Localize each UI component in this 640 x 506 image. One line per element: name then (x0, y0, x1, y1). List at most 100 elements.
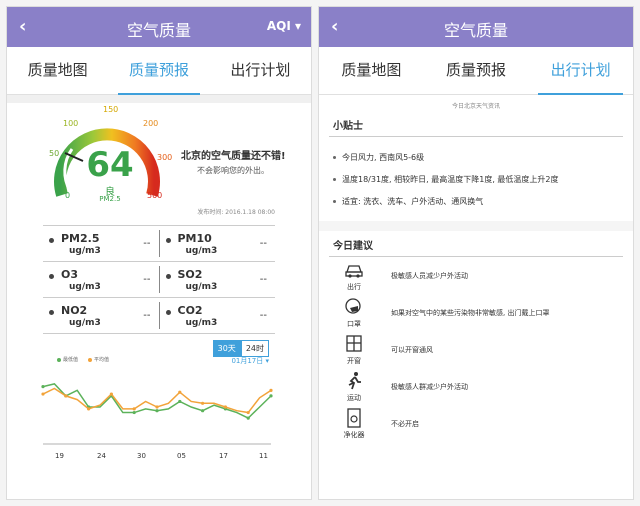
series-point (41, 392, 45, 396)
advice-icon-wrap: 开窗 (329, 331, 379, 368)
pollutant-row: PM2.5 ug/m3 -- PM10 ug/m3 -- (43, 226, 275, 262)
tab-quality-forecast[interactable]: 质量预报 (108, 47, 209, 95)
legend-label: 平均值 (94, 357, 110, 363)
legend-label: 最低值 (63, 357, 79, 363)
pollutant-unit: ug/m3 (69, 282, 101, 292)
series-line (42, 387, 272, 414)
advice-item: 口罩 如果对空气中的某些污染物非常敏感, 出门戴上口罩 (329, 294, 623, 331)
legend-dot-icon (57, 357, 61, 362)
pollutant-name: SO2 (177, 268, 203, 281)
legend-dot-icon (88, 357, 93, 362)
range-24-hours-button[interactable]: 24时 (240, 340, 269, 357)
aqi-dropdown[interactable]: AQI ▾ (267, 19, 301, 33)
advice-item: 开窗 可以开窗通风 (329, 331, 623, 368)
pollutant-unit: ug/m3 (185, 246, 218, 256)
series-point (41, 385, 45, 389)
advice-text: 不必开启 (391, 419, 419, 428)
advice-text: 极敏感人群减少户外活动 (391, 382, 468, 391)
tab-quality-map[interactable]: 质量地图 (7, 47, 108, 94)
series-point (201, 401, 205, 405)
tab-bar: 质量地图 质量预报 出行计划 (7, 47, 311, 95)
bullet-icon (333, 178, 336, 181)
advice-item: 净化器 不必开启 (329, 405, 623, 442)
window-icon (346, 335, 362, 352)
pollutant-value: -- (259, 274, 267, 285)
pollutant-cell-no2[interactable]: NO2 ug/m3 -- (43, 298, 159, 333)
gauge-tick: 300 (157, 153, 173, 162)
pollutant-value: -- (143, 310, 151, 321)
tip-item: 今日风力, 西南风5-6级 (333, 151, 619, 165)
advice-icon-wrap: 出行 (329, 257, 379, 294)
series-line (42, 383, 272, 420)
quality-message: 北京的空气质量还不错! (181, 151, 286, 162)
bullet-icon (165, 310, 171, 315)
advice-icon-wrap: 运动 (329, 368, 379, 405)
series-point (109, 392, 113, 396)
bullet-icon (49, 310, 54, 315)
advice-label: 口罩 (347, 320, 361, 328)
tip-item: 温度18/31度, 相较昨日, 最高温度下降1度, 最低温度上升2度 (333, 173, 619, 187)
advice-label: 运动 (347, 394, 361, 402)
pollutant-cell-pm10[interactable]: PM10 ug/m3 -- (158, 230, 276, 257)
advice-text: 如果对空气中的某些污染物非常敏感, 出门戴上口罩 (391, 308, 550, 317)
x-tick-label: 11 (259, 452, 268, 460)
bullet-icon (165, 238, 171, 243)
left-panel: ‹ 空气质量 AQI ▾ 质量地图 质量预报 出行计划 0 50 100 150… (6, 6, 312, 500)
publish-time: 发布时间: 2016.1.18 08:00 (197, 209, 275, 216)
tab-quality-forecast[interactable]: 质量预报 (424, 47, 529, 94)
x-tick-label: 30 (137, 452, 146, 460)
header-title: 空气质量 (126, 21, 191, 40)
pollutant-cell-co2[interactable]: CO2 ug/m3 -- (158, 302, 276, 329)
pollutant-grid: PM2.5 ug/m3 -- PM10 ug/m3 -- O3 ug/m3 --… (43, 225, 275, 334)
aqi-pollutant: PM2.5 (99, 195, 121, 203)
bullet-icon (49, 238, 54, 243)
tab-quality-map[interactable]: 质量地图 (319, 47, 424, 94)
chevron-down-icon: ▾ (294, 19, 301, 33)
tip-text: 适宜: 洗衣、洗车、户外活动、通风换气 (342, 197, 484, 206)
tip-text: 今日风力, 西南风5-6级 (342, 153, 425, 162)
pollutant-name: CO2 (177, 304, 203, 317)
x-tick-label: 17 (219, 452, 228, 460)
pollutant-cell-pm25[interactable]: PM2.5 ug/m3 -- (43, 226, 159, 261)
pollutant-cell-so2[interactable]: SO2 ug/m3 -- (158, 266, 276, 293)
range-30-days-button[interactable]: 30天 (212, 340, 241, 357)
tips-list: 今日风力, 西南风5-6级 温度18/31度, 相较昨日, 最高温度下降1度, … (319, 137, 633, 217)
pollutant-cell-o3[interactable]: O3 ug/m3 -- (43, 262, 159, 297)
advice-text: 可以开窗通风 (391, 345, 433, 354)
advice-text: 极敏感人员减少户外活动 (391, 271, 468, 280)
pollutant-unit: ug/m3 (185, 282, 218, 292)
pollutant-name: NO2 (61, 304, 88, 317)
series-point (269, 388, 273, 392)
bullet-icon (49, 274, 54, 279)
series-point (246, 410, 250, 415)
series-point (87, 407, 91, 411)
pollutant-unit: ug/m3 (69, 318, 101, 328)
pollutant-value: -- (259, 310, 267, 321)
date-select[interactable]: 01月17日 ▾ (231, 356, 269, 366)
advice-item: 运动 极敏感人群减少户外活动 (329, 368, 623, 405)
pollutant-name: PM10 (177, 232, 212, 245)
pollutant-name: O3 (61, 268, 79, 281)
legend-item: 最低值 (57, 356, 78, 363)
gauge-tick: 0 (65, 191, 71, 200)
advice-title: 今日建议 (329, 231, 623, 257)
running-icon (348, 372, 361, 390)
pollutant-unit: ug/m3 (185, 318, 218, 328)
advice-icon-wrap: 口罩 (329, 294, 379, 331)
trend-chart: 30天 24时 01月17日 ▾ 最低值 平均值 19 24 30 05 17 … (7, 340, 311, 470)
gauge-tick: 500 (147, 191, 163, 200)
range-toggle: 30天 24时 (212, 340, 269, 357)
series-point (201, 409, 205, 413)
pollutant-value: -- (143, 274, 151, 285)
pollutant-row: O3 ug/m3 -- SO2 ug/m3 -- (43, 262, 275, 298)
gauge-tick: 100 (63, 119, 79, 128)
tab-travel-plan[interactable]: 出行计划 (210, 47, 311, 94)
purifier-icon (347, 408, 361, 428)
tab-travel-plan[interactable]: 出行计划 (528, 47, 633, 95)
bullet-icon (165, 274, 171, 279)
advice-label: 出行 (347, 283, 361, 291)
pollutant-value: -- (143, 238, 151, 249)
series-point (155, 405, 159, 409)
bullet-icon (333, 200, 336, 203)
series-point (246, 416, 250, 420)
